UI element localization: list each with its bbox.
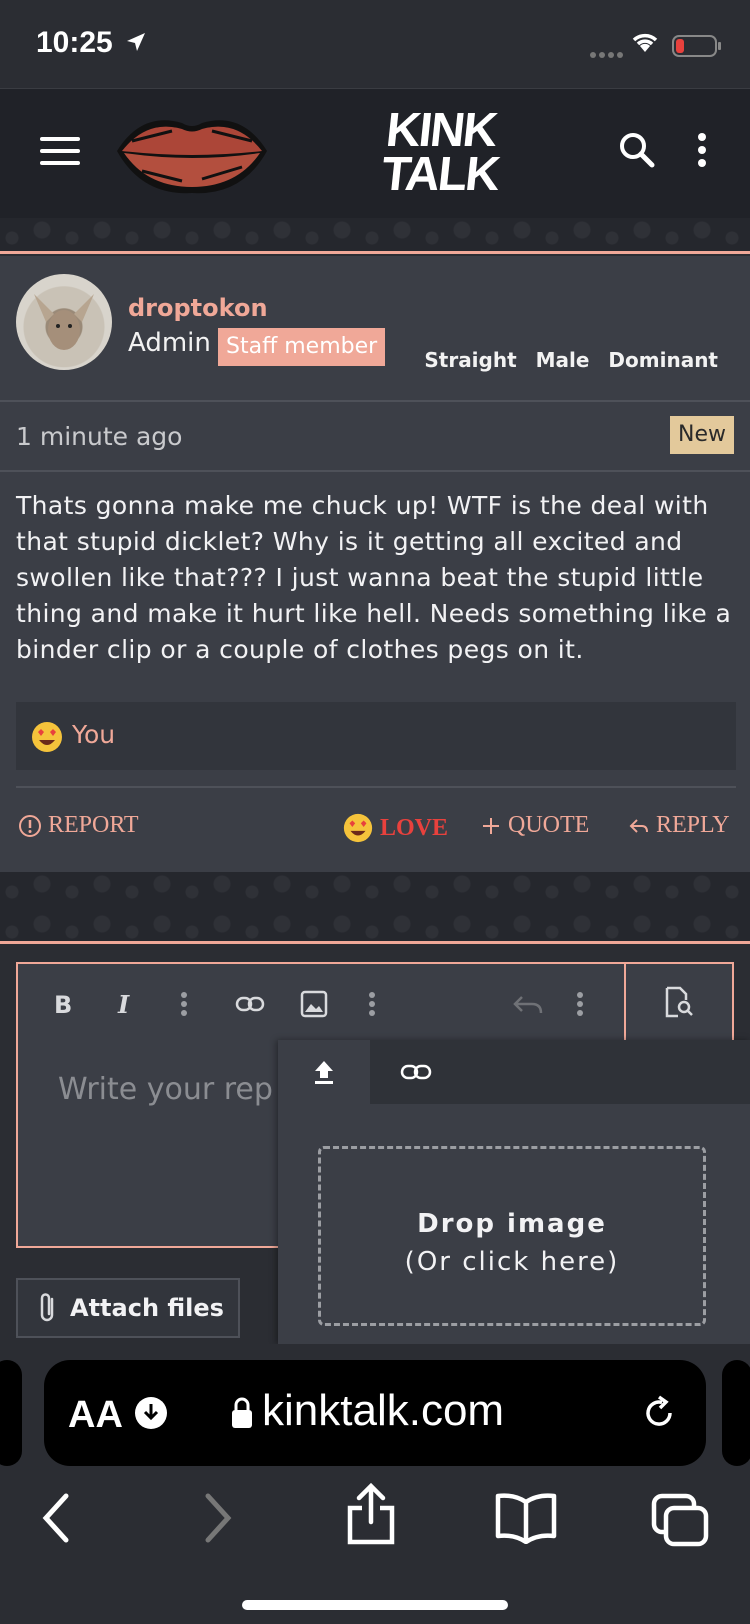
user-tag: Straight [424,348,517,372]
post-timestamp[interactable]: 1 minute ago [16,422,182,451]
more-options-icon[interactable] [696,131,708,173]
tabs-icon[interactable] [650,1492,710,1552]
forum-post: droptokon Admin Staff member Straight Ma… [0,256,750,872]
love-button[interactable]: LOVE [342,812,448,844]
more-options-icon[interactable] [564,988,596,1020]
editor-toolbar: B I [18,962,734,1042]
alert-icon [19,814,41,837]
user-tag: Male [535,348,590,372]
next-tab[interactable] [722,1360,750,1466]
plus-icon [483,817,499,834]
quote-button[interactable]: QUOTE [480,812,589,839]
bookmarks-icon[interactable] [494,1492,558,1548]
bold-icon[interactable]: B [46,988,78,1020]
lips-logo-icon [117,120,267,194]
link-icon[interactable] [234,988,266,1020]
username-link[interactable]: droptokon [128,294,268,322]
lock-icon [230,1396,254,1434]
app-header: KINK TALK [0,88,750,218]
home-indicator [242,1600,508,1610]
report-button[interactable]: REPORT [18,812,139,839]
avatar[interactable] [16,274,112,370]
status-bar: 10:25 [0,0,750,88]
menu-icon[interactable] [40,137,80,167]
location-arrow-icon [124,30,148,58]
more-formatting-icon[interactable] [168,988,200,1020]
svg-text:I: I [117,992,130,1016]
post-actions: REPORT LOVE QUOTE REPLY [0,802,750,862]
italic-icon[interactable]: I [110,988,142,1020]
download-icon[interactable] [134,1396,168,1434]
reactions-bar[interactable]: You [16,702,736,770]
user-tag: Dominant [608,348,718,372]
address-bar[interactable]: AA kinktalk.com [44,1360,706,1466]
more-insert-icon[interactable] [356,988,388,1020]
reply-button[interactable]: REPLY [628,812,730,839]
previous-tab[interactable] [0,1360,22,1466]
reload-icon[interactable] [640,1394,678,1436]
wifi-icon [630,30,660,58]
back-icon[interactable] [40,1492,72,1548]
preview-button[interactable] [624,962,734,1042]
divider [16,786,736,788]
decorative-band [0,218,750,254]
share-icon[interactable] [344,1482,398,1550]
undo-icon[interactable] [512,988,544,1020]
browser-chrome: AA kinktalk.com [0,1344,750,1624]
user-tags: Straight Male Dominant [412,348,718,372]
preview-icon [664,986,694,1022]
post-meta-row: 1 minute ago New [0,404,750,472]
status-time: 10:25 [36,26,113,59]
post-content: Thats gonna make me chuck up! WTF is the… [16,491,732,664]
love-emoji-icon [343,813,373,843]
forward-icon[interactable] [202,1492,234,1548]
dropzone-title: Drop image [417,1209,607,1239]
popup-tabs [278,1040,750,1104]
link-icon [400,1064,432,1080]
image-insert-popup: Drop image (Or click here) [278,1040,750,1344]
image-icon[interactable] [298,988,330,1020]
signal-icon [590,44,624,63]
svg-text:B: B [54,992,72,1016]
logo-text: KINK TALK [378,104,501,201]
image-dropzone[interactable]: Drop image (Or click here) [318,1146,706,1326]
site-logo[interactable]: KINK TALK [112,101,501,205]
reaction-users[interactable]: You [72,720,115,749]
attach-files-button[interactable]: Attach files [16,1278,240,1338]
decorative-band [0,872,750,944]
love-emoji-icon [30,720,64,758]
reply-input-placeholder[interactable]: Write your rep [58,1072,273,1107]
url-text[interactable]: kinktalk.com [262,1386,504,1436]
paperclip-icon [40,1293,54,1322]
user-role: Admin [128,328,211,358]
battery-icon [672,34,722,62]
tab-link[interactable] [370,1040,462,1104]
browser-toolbar [0,1482,750,1562]
search-icon[interactable] [618,131,656,173]
reader-settings-button[interactable]: AA [68,1394,123,1437]
tab-upload[interactable] [278,1040,370,1104]
new-badge: New [670,416,734,454]
dropzone-subtitle: (Or click here) [404,1247,620,1277]
reply-icon [629,818,648,833]
staff-badge: Staff member [218,328,386,366]
post-author-row: droptokon Admin Staff member Straight Ma… [0,256,750,402]
upload-icon [315,1061,333,1084]
